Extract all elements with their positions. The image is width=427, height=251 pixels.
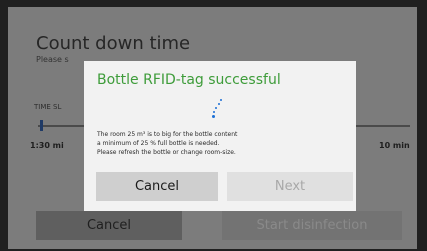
slider-min-label: 1:30 mi (30, 141, 64, 150)
disinfection-screen: Count down time Please s TIME SL 1:30 mi… (8, 7, 417, 249)
dialog-cancel-button[interactable]: Cancel (96, 172, 218, 201)
dialog-title: Bottle RFID-tag successful (97, 72, 281, 88)
time-slider-label: TIME SL (34, 103, 62, 111)
dialog-message: The room 25 m³ is to big for the bottle … (97, 130, 347, 157)
cancel-button[interactable]: Cancel (36, 211, 182, 240)
rfid-dialog: Bottle RFID-tag successful The room 25 m… (84, 61, 356, 211)
page-title: Count down time (36, 33, 191, 54)
loading-spinner-icon (208, 98, 224, 120)
page-subtitle: Please s (36, 55, 69, 64)
dialog-message-line: Please refresh the bottle or change room… (97, 149, 236, 156)
start-disinfection-button[interactable]: Start disinfection (222, 211, 402, 240)
dialog-message-line: The room 25 m³ is to big for the bottle … (97, 131, 238, 138)
dialog-next-button[interactable]: Next (227, 172, 353, 201)
time-slider-thumb[interactable] (40, 120, 43, 131)
dialog-message-line: a minimum of 25 % full bottle is needed. (97, 140, 220, 147)
slider-max-label: 10 min (379, 141, 410, 150)
